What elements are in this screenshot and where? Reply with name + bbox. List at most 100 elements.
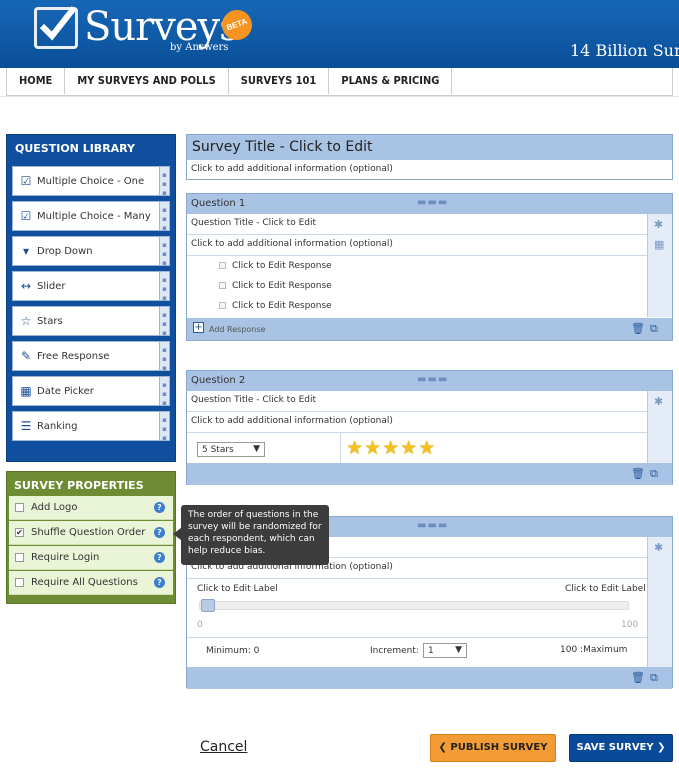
star-icon[interactable]: ★ bbox=[364, 437, 382, 459]
dropdown-icon: ▾ bbox=[22, 244, 30, 258]
multiple-choice-many-icon: ☑ bbox=[20, 209, 32, 223]
stars-count-select[interactable]: 5 Stars ▼ bbox=[197, 442, 265, 457]
library-item-multiple-choice-one[interactable]: ☑ Multiple Choice - One ▪ ▪ ▪ bbox=[12, 166, 170, 197]
question-footer: + Add Response 🗑 ⧉ bbox=[187, 318, 672, 340]
property-label: Shuffle Question Order bbox=[31, 527, 146, 538]
library-item-ranking[interactable]: ☰ Ranking ▪ ▪ ▪ bbox=[12, 411, 170, 442]
survey-title-block: Survey Title - Click to Edit Click to ad… bbox=[186, 134, 673, 180]
survey-properties-panel: SURVEY PROPERTIES Add Logo ? ✔ Shuffle Q… bbox=[6, 471, 176, 604]
library-item-stars[interactable]: ☆ Stars ▪ ▪ ▪ bbox=[12, 306, 170, 337]
require-all-questions-checkbox[interactable] bbox=[15, 578, 24, 587]
star-icon[interactable]: ★ bbox=[400, 437, 418, 459]
chevron-left-icon: ❮ bbox=[438, 742, 451, 753]
help-icon[interactable]: ? bbox=[154, 502, 165, 513]
property-shuffle-question-order[interactable]: ✔ Shuffle Question Order ? bbox=[9, 521, 173, 545]
slider-left-label[interactable]: Click to Edit Label bbox=[197, 584, 278, 594]
drag-handle-icon[interactable]: ▪ ▪ ▪ bbox=[159, 342, 169, 372]
property-add-logo[interactable]: Add Logo ? bbox=[9, 496, 173, 520]
drag-grip-icon[interactable]: ▬▬▬ bbox=[417, 374, 448, 385]
question-header[interactable]: Question 2 ▬▬▬ bbox=[187, 371, 672, 391]
response-option[interactable]: Click to Edit Response bbox=[219, 261, 332, 271]
save-survey-button[interactable]: SAVE SURVEY ❯ bbox=[569, 734, 673, 762]
library-item-label: Stars bbox=[37, 316, 63, 327]
drag-handle-icon[interactable]: ▪ ▪ ▪ bbox=[159, 237, 169, 267]
library-item-drop-down[interactable]: ▾ Drop Down ▪ ▪ ▪ bbox=[12, 236, 170, 267]
library-item-label: Ranking bbox=[37, 421, 78, 432]
slider-right-label[interactable]: Click to Edit Label bbox=[565, 584, 646, 594]
trash-icon[interactable]: 🗑 bbox=[631, 467, 645, 480]
question-info[interactable]: Click to add additional information (opt… bbox=[187, 235, 647, 256]
response-checkbox[interactable] bbox=[219, 282, 226, 289]
library-item-free-response[interactable]: ✎ Free Response ▪ ▪ ▪ bbox=[12, 341, 170, 372]
question-title[interactable]: Question Title - Click to Edit bbox=[187, 391, 647, 412]
question-info[interactable]: Click to add additional information (opt… bbox=[187, 412, 647, 433]
question-number: Question 2 bbox=[191, 375, 246, 386]
property-require-all-questions[interactable]: Require All Questions ? bbox=[9, 571, 173, 595]
star-icon[interactable]: ★ bbox=[382, 437, 400, 459]
drag-handle-icon[interactable]: ▪ ▪ ▪ bbox=[159, 167, 169, 197]
response-option[interactable]: Click to Edit Response bbox=[219, 281, 332, 291]
nav-my-surveys[interactable]: MY SURVEYS AND POLLS bbox=[65, 68, 229, 94]
publish-survey-button[interactable]: ❮ PUBLISH SURVEY bbox=[430, 734, 556, 762]
drag-handle-icon[interactable]: ▪ ▪ ▪ bbox=[159, 377, 169, 407]
slider-handle[interactable] bbox=[201, 599, 215, 612]
add-icon[interactable]: + bbox=[193, 322, 204, 333]
survey-title[interactable]: Survey Title - Click to Edit bbox=[187, 135, 672, 160]
copy-icon[interactable]: ⧉ bbox=[650, 467, 658, 481]
star-icon[interactable]: ★ bbox=[346, 437, 364, 459]
response-checkbox[interactable] bbox=[219, 262, 226, 269]
question-side-tools: ✱ ▦ bbox=[647, 214, 672, 317]
nav-plans-pricing[interactable]: PLANS & PRICING bbox=[329, 68, 453, 94]
question-footer: 🗑 ⧉ bbox=[187, 667, 672, 689]
response-checkbox[interactable] bbox=[219, 302, 226, 309]
slider-max-tick: 100 bbox=[621, 620, 639, 630]
shuffle-question-order-checkbox[interactable]: ✔ bbox=[15, 528, 24, 537]
increment-value: 1 bbox=[428, 646, 434, 656]
star-icon[interactable]: ★ bbox=[418, 437, 436, 459]
help-icon[interactable]: ? bbox=[154, 577, 165, 588]
drag-grip-icon[interactable]: ▬▬▬ bbox=[417, 197, 448, 208]
survey-info[interactable]: Click to add additional information (opt… bbox=[191, 164, 393, 174]
question-side-tools: ✱ bbox=[647, 537, 672, 667]
library-item-multiple-choice-many[interactable]: ☑ Multiple Choice - Many ▪ ▪ ▪ bbox=[12, 201, 170, 232]
add-logo-checkbox[interactable] bbox=[15, 503, 24, 512]
question-library-title: QUESTION LIBRARY bbox=[15, 142, 136, 155]
library-item-slider[interactable]: ↔ Slider ▪ ▪ ▪ bbox=[12, 271, 170, 302]
minimum-label[interactable]: Minimum: 0 bbox=[206, 646, 259, 656]
nav-surveys-101[interactable]: SURVEYS 101 bbox=[229, 68, 330, 94]
library-item-date-picker[interactable]: ▦ Date Picker ▪ ▪ ▪ bbox=[12, 376, 170, 407]
grid-icon[interactable]: ▦ bbox=[654, 238, 664, 251]
maximum-label[interactable]: 100 :Maximum bbox=[560, 645, 627, 655]
divider bbox=[187, 637, 647, 638]
property-require-login[interactable]: Require Login ? bbox=[9, 546, 173, 570]
slider-track[interactable] bbox=[199, 601, 629, 610]
cancel-link[interactable]: Cancel bbox=[200, 739, 247, 755]
drag-handle-icon[interactable]: ▪ ▪ ▪ bbox=[159, 202, 169, 232]
main-nav: HOME MY SURVEYS AND POLLS SURVEYS 101 PL… bbox=[6, 68, 673, 96]
help-icon[interactable]: ? bbox=[154, 552, 165, 563]
question-title[interactable]: Question Title - Click to Edit bbox=[187, 214, 647, 235]
stars-rating[interactable]: ★★★★★ bbox=[346, 437, 436, 459]
required-asterisk-icon[interactable]: ✱ bbox=[654, 541, 663, 554]
add-response-link[interactable]: Add Response bbox=[209, 325, 265, 334]
question-header[interactable]: Question 1 ▬▬▬ bbox=[187, 194, 672, 214]
drag-handle-icon[interactable]: ▪ ▪ ▪ bbox=[159, 307, 169, 337]
response-label: Click to Edit Response bbox=[232, 301, 332, 311]
help-icon[interactable]: ? bbox=[154, 527, 165, 538]
stars-select-value: 5 Stars bbox=[202, 445, 234, 455]
require-login-checkbox[interactable] bbox=[15, 553, 24, 562]
drag-handle-icon[interactable]: ▪ ▪ ▪ bbox=[159, 272, 169, 302]
trash-icon[interactable]: 🗑 bbox=[631, 671, 645, 684]
increment-select[interactable]: 1 ▼ bbox=[423, 643, 467, 658]
copy-icon[interactable]: ⧉ bbox=[650, 671, 658, 685]
trash-icon[interactable]: 🗑 bbox=[631, 322, 645, 335]
copy-icon[interactable]: ⧉ bbox=[650, 322, 658, 336]
star-icon: ☆ bbox=[20, 314, 32, 328]
required-asterisk-icon[interactable]: ✱ bbox=[654, 395, 663, 408]
required-asterisk-icon[interactable]: ✱ bbox=[654, 218, 663, 231]
drag-handle-icon[interactable]: ▪ ▪ ▪ bbox=[159, 412, 169, 442]
drag-grip-icon[interactable]: ▬▬▬ bbox=[417, 520, 448, 531]
nav-home[interactable]: HOME bbox=[7, 68, 66, 94]
response-option[interactable]: Click to Edit Response bbox=[219, 301, 332, 311]
site-header: Surveys BETA by Answers 14 Billion Surve bbox=[0, 0, 679, 68]
